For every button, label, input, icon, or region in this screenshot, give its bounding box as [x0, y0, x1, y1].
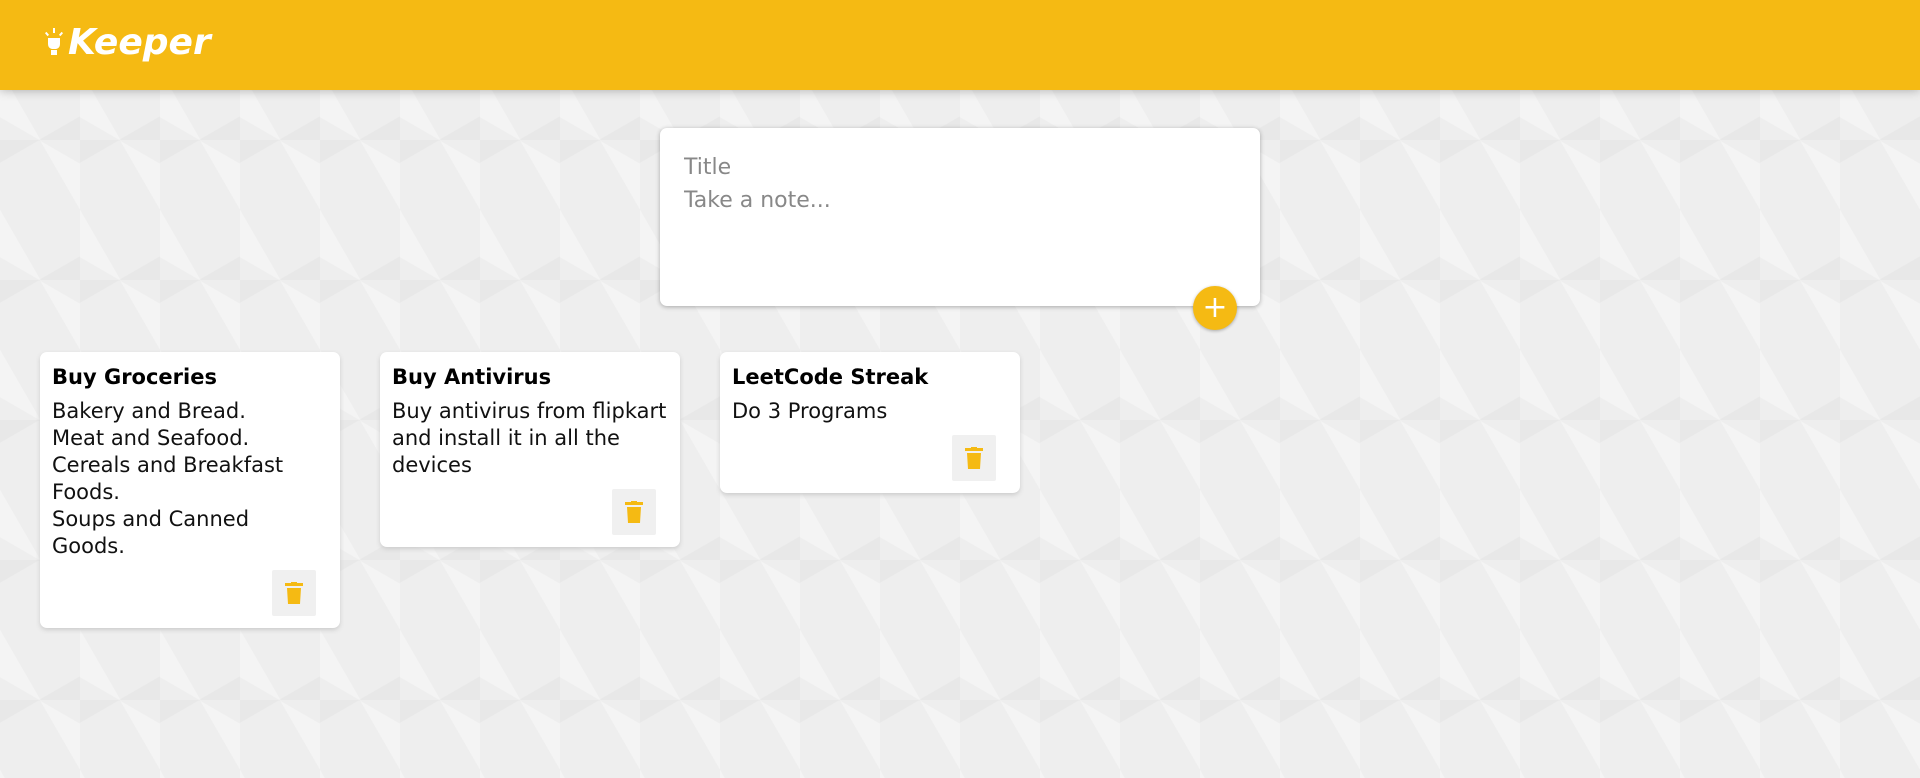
note-card: LeetCode Streak Do 3 Programs [720, 352, 1020, 493]
trash-icon [965, 447, 983, 469]
note-title: Buy Groceries [52, 365, 217, 389]
note-title: Buy Antivirus [392, 365, 552, 389]
create-note-form [660, 128, 1260, 306]
note-content: Do 3 Programs [732, 399, 888, 423]
delete-note-button[interactable] [952, 435, 996, 481]
app-header: Keeper [0, 0, 1920, 90]
note-content: Buy antivirus from flipkart and install … [392, 399, 667, 477]
trash-icon [625, 501, 643, 523]
note-footer [52, 570, 328, 616]
trash-icon [285, 582, 303, 604]
add-icon: + [1202, 290, 1228, 325]
delete-note-button[interactable] [612, 489, 656, 535]
note-content-input[interactable] [684, 188, 1236, 228]
lightbulb-icon [44, 25, 64, 61]
note-content: Bakery and Bread. Meat and Seafood. Cere… [52, 399, 284, 558]
note-card: Buy Antivirus Buy antivirus from flipkar… [380, 352, 680, 547]
brand: Keeper [44, 18, 211, 68]
app-title: Keeper [68, 22, 211, 63]
note-title-input[interactable] [684, 150, 1236, 184]
delete-note-button[interactable] [272, 570, 316, 616]
note-title: LeetCode Streak [732, 365, 929, 389]
add-note-button[interactable]: + [1193, 286, 1237, 330]
note-footer [392, 489, 668, 535]
note-card: Buy Groceries Bakery and Bread. Meat and… [40, 352, 340, 628]
note-footer [732, 435, 1008, 481]
